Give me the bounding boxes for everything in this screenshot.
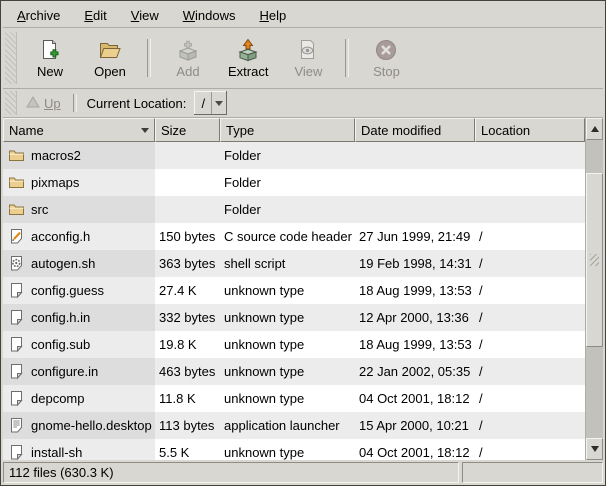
- add-files-icon: [176, 38, 200, 62]
- combobox-dropdown-icon[interactable]: [211, 92, 226, 114]
- document-gear-icon: [8, 255, 25, 272]
- file-row-macros2[interactable]: macros2 Folder: [3, 142, 585, 169]
- location-bar-drag-handle[interactable]: [5, 91, 17, 115]
- column-header-label: Name: [9, 123, 44, 138]
- document-icon: [8, 390, 25, 407]
- document-icon: [8, 309, 25, 326]
- file-row-config.sub[interactable]: config.sub 19.8 K unknown type 18 Aug 19…: [3, 331, 585, 358]
- extract-button-label: Extract: [228, 64, 268, 79]
- new-archive-icon: [38, 38, 62, 62]
- file-row-config.guess[interactable]: config.guess 27.4 K unknown type 18 Aug …: [3, 277, 585, 304]
- file-row-acconfig.h[interactable]: acconfig.h 150 bytes C source code heade…: [3, 223, 585, 250]
- location-combobox[interactable]: /: [194, 91, 227, 115]
- view-file-icon: [296, 38, 320, 62]
- view-button: View: [278, 35, 338, 82]
- scroll-down-icon: [591, 446, 599, 452]
- scroll-down-button[interactable]: [586, 438, 603, 460]
- column-header-label: Type: [226, 123, 254, 138]
- document-icon: [8, 444, 25, 460]
- file-list-area: Name Size Type Date modified Location macros…: [3, 118, 603, 460]
- document-icon: [8, 282, 25, 299]
- sort-descending-icon: [141, 128, 149, 133]
- open-archive-icon: [98, 38, 122, 62]
- column-header-label: Size: [161, 123, 186, 138]
- toolbar-separator: [147, 39, 151, 77]
- menu-view[interactable]: View: [119, 5, 171, 26]
- location-combobox-value: /: [195, 92, 211, 114]
- extract-button[interactable]: Extract: [218, 35, 278, 82]
- column-header-location[interactable]: Location: [475, 118, 585, 142]
- open-button[interactable]: Open: [80, 35, 140, 82]
- file-list: macros2 Folder pixmaps Folder src Folder…: [3, 142, 585, 460]
- status-text: 112 files (630.3 K): [9, 465, 114, 480]
- up-button: Up: [20, 94, 67, 113]
- open-button-label: Open: [94, 64, 126, 79]
- archive-manager-window: ArchiveEditViewWindowsHelp New Open Add …: [0, 0, 606, 486]
- vertical-scrollbar[interactable]: [585, 118, 603, 460]
- scrollbar-track[interactable]: [586, 140, 603, 438]
- document-icon: [8, 336, 25, 353]
- new-button[interactable]: New: [20, 35, 80, 82]
- stop-button-label: Stop: [373, 64, 400, 79]
- file-row-src[interactable]: src Folder: [3, 196, 585, 223]
- stop-button: Stop: [356, 35, 416, 82]
- document-icon: [8, 363, 25, 380]
- file-row-gnome-hello.desktop[interactable]: gnome-hello.desktop 113 bytes applicatio…: [3, 412, 585, 439]
- menu-help[interactable]: Help: [247, 5, 298, 26]
- document-text-icon: [8, 417, 25, 434]
- add-button-label: Add: [176, 64, 199, 79]
- scrollbar-grip-icon: [590, 254, 599, 266]
- file-row-autogen.sh[interactable]: autogen.sh 363 bytes shell script 19 Feb…: [3, 250, 585, 277]
- file-row-depcomp[interactable]: depcomp 11.8 K unknown type 04 Oct 2001,…: [3, 385, 585, 412]
- extract-icon: [236, 38, 260, 62]
- statusbar: 112 files (630.3 K): [3, 460, 603, 483]
- new-button-label: New: [37, 64, 63, 79]
- file-row-configure.in[interactable]: configure.in 463 bytes unknown type 22 J…: [3, 358, 585, 385]
- up-button-label: Up: [44, 96, 61, 111]
- column-header-label: Date modified: [361, 123, 441, 138]
- menu-edit[interactable]: Edit: [72, 5, 118, 26]
- file-row-install-sh[interactable]: install-sh 5.5 K unknown type 04 Oct 200…: [3, 439, 585, 460]
- location-separator: [73, 94, 77, 112]
- status-right-panel: [462, 462, 603, 483]
- main-toolbar: New Open Add Extract View Stop: [3, 28, 603, 89]
- column-header-name[interactable]: Name: [3, 118, 155, 142]
- menubar: ArchiveEditViewWindowsHelp: [3, 3, 603, 28]
- file-row-pixmaps[interactable]: pixmaps Folder: [3, 169, 585, 196]
- up-arrow-icon: [26, 96, 40, 111]
- folder-icon: [8, 174, 25, 191]
- folder-icon: [8, 147, 25, 164]
- folder-icon: [8, 201, 25, 218]
- document-edit-icon: [8, 228, 25, 245]
- toolbar-buttons: New Open Add Extract View Stop: [20, 35, 416, 82]
- menu-windows[interactable]: Windows: [171, 5, 248, 26]
- current-location-label: Current Location:: [87, 96, 187, 111]
- scroll-up-icon: [591, 126, 599, 132]
- scrollbar-thumb[interactable]: [586, 173, 603, 347]
- column-header-date-modified[interactable]: Date modified: [355, 118, 475, 142]
- column-header-label: Location: [481, 123, 530, 138]
- column-header-size[interactable]: Size: [155, 118, 220, 142]
- add-button: Add: [158, 35, 218, 82]
- toolbar-separator: [345, 39, 349, 77]
- location-bar: Up Current Location: /: [3, 89, 603, 118]
- status-message-panel: 112 files (630.3 K): [3, 462, 459, 483]
- view-button-label: View: [294, 64, 322, 79]
- column-header-type[interactable]: Type: [220, 118, 355, 142]
- menu-archive[interactable]: Archive: [5, 5, 72, 26]
- scroll-up-button[interactable]: [586, 118, 603, 140]
- file-row-config.h.in[interactable]: config.h.in 332 bytes unknown type 12 Ap…: [3, 304, 585, 331]
- column-headers: Name Size Type Date modified Location: [3, 118, 585, 142]
- stop-icon: [374, 38, 398, 62]
- toolbar-drag-handle[interactable]: [5, 32, 17, 84]
